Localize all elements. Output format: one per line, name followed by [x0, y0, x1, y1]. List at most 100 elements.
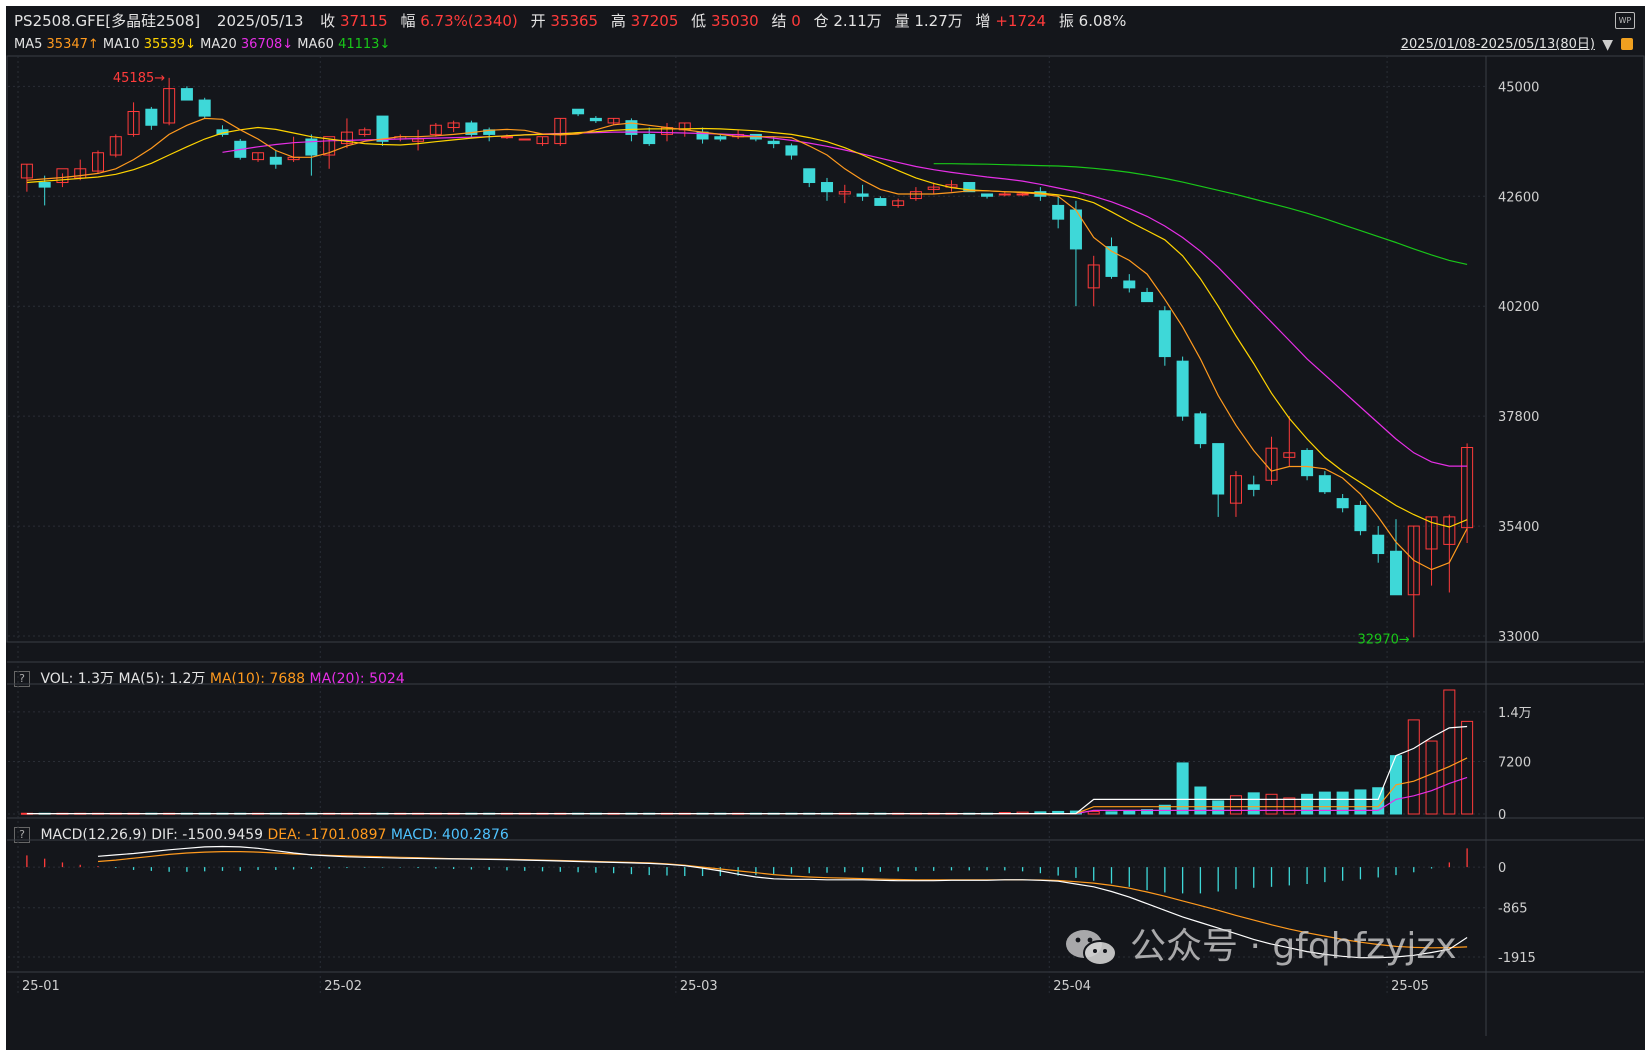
volume-bar-down: [1301, 793, 1314, 815]
low-price-marker: 32970→: [1358, 632, 1410, 647]
bearish-candle: [785, 143, 798, 160]
candle-body: [1176, 360, 1189, 417]
bearish-candle: [1301, 448, 1314, 481]
volume-bar-up: [1407, 719, 1420, 815]
bearish-candle: [1176, 356, 1189, 421]
candle-body: [1016, 193, 1029, 196]
candle-body: [518, 138, 531, 141]
candle-body: [1194, 413, 1207, 445]
bearish-candle: [1212, 443, 1225, 517]
bearish-candle: [376, 115, 389, 146]
bearish-candle: [198, 97, 211, 119]
bullish-candle: [554, 117, 567, 146]
bearish-candle: [1194, 411, 1207, 449]
bearish-candle: [1354, 500, 1367, 536]
candle-body: [180, 88, 193, 101]
candle-body: [981, 193, 994, 197]
time-tick-label: 25-03: [680, 979, 718, 994]
candle-body: [1372, 534, 1385, 555]
candle-body: [714, 136, 727, 140]
candle-body: [589, 117, 602, 122]
candle-body: [1318, 475, 1331, 493]
volume-bar-up: [1283, 797, 1296, 815]
bearish-candle: [643, 127, 656, 146]
price-tick-label: 42600: [1498, 190, 1539, 205]
bearish-candle: [1105, 237, 1118, 279]
candle-body: [874, 198, 887, 206]
candle-body: [803, 168, 816, 184]
bullish-candle: [1425, 516, 1438, 586]
bullish-candle: [1265, 436, 1278, 485]
bullish-candle: [518, 138, 531, 141]
bullish-candle: [1461, 443, 1474, 544]
bearish-candle: [696, 127, 709, 144]
watermark-text: 公众号 · gfqhfzyjzx: [1130, 926, 1457, 967]
bearish-candle: [1318, 471, 1331, 494]
bearish-candle: [856, 184, 869, 201]
candle-body: [1389, 550, 1402, 596]
bearish-candle: [1389, 519, 1402, 596]
volume-bar-down: [1123, 810, 1136, 815]
bearish-candle: [216, 125, 229, 137]
ma60-line: [933, 163, 1468, 265]
volume-bar-up: [1087, 810, 1100, 815]
bullish-candle: [358, 127, 371, 137]
bullish-candle: [1407, 525, 1420, 638]
price-tick-label: 33000: [1498, 630, 1539, 645]
bullish-candle: [447, 120, 460, 133]
bearish-candle: [269, 150, 282, 169]
volume-bar-down: [1212, 800, 1225, 815]
candle-body: [856, 193, 869, 197]
candle-body: [1301, 449, 1314, 477]
candle-body: [145, 108, 158, 126]
price-tick-label: 35400: [1498, 520, 1539, 535]
candle-body: [269, 156, 282, 165]
candle-body: [767, 140, 780, 145]
candle-body: [1247, 484, 1260, 490]
candle-body: [376, 115, 389, 142]
candle-body: [1158, 310, 1171, 358]
bearish-candle: [145, 106, 158, 130]
ma10-line: [26, 126, 1468, 528]
candle-body: [1354, 504, 1367, 532]
candle-body: [572, 108, 585, 115]
volume-bar-up: [1443, 689, 1456, 815]
bearish-candle: [874, 196, 887, 206]
bullish-candle: [536, 136, 549, 146]
volume-bar-up: [1461, 720, 1474, 815]
candle-body: [1336, 498, 1349, 509]
volume-tick-label: 1.4万: [1498, 706, 1532, 721]
macd-tick-label: -1915: [1498, 951, 1536, 966]
candle-body: [500, 136, 513, 139]
candle-body: [1052, 204, 1065, 220]
bearish-candle: [1336, 494, 1349, 513]
bullish-candle: [429, 122, 442, 137]
time-tick-label: 25-01: [22, 979, 60, 994]
bullish-candle: [1087, 255, 1100, 307]
candle-body: [198, 99, 211, 117]
volume-bar-up: [1425, 740, 1438, 815]
bearish-candle: [180, 86, 193, 101]
volume-bar-down: [1105, 811, 1118, 815]
bullish-candle: [252, 152, 265, 162]
wechat-icon: [1066, 930, 1117, 966]
time-tick-label: 25-05: [1391, 979, 1429, 994]
candle-body: [38, 182, 51, 188]
bullish-candle: [92, 150, 105, 174]
bearish-candle: [1247, 475, 1260, 497]
kline-chart[interactable]: 45000 42600 40200 37800 35400 33000 25-01 25-02…: [6, 6, 1645, 1050]
bullish-candle: [412, 129, 425, 151]
macd-tick-label: -865: [1498, 902, 1528, 917]
high-price-marker: 45185→: [113, 71, 165, 86]
bearish-candle: [589, 116, 602, 123]
time-tick-label: 25-02: [324, 979, 362, 994]
bullish-candle: [127, 102, 140, 137]
time-tick-label: 25-04: [1053, 979, 1091, 994]
bearish-candle: [38, 175, 51, 206]
watermark: 公众号 · gfqhfzyjzx: [1064, 922, 1457, 972]
bearish-candle: [1123, 274, 1136, 293]
macd-tick-label: 0: [1498, 861, 1506, 876]
bearish-candle: [803, 168, 816, 188]
ma5-line: [26, 117, 1468, 571]
bullish-candle: [20, 163, 33, 192]
